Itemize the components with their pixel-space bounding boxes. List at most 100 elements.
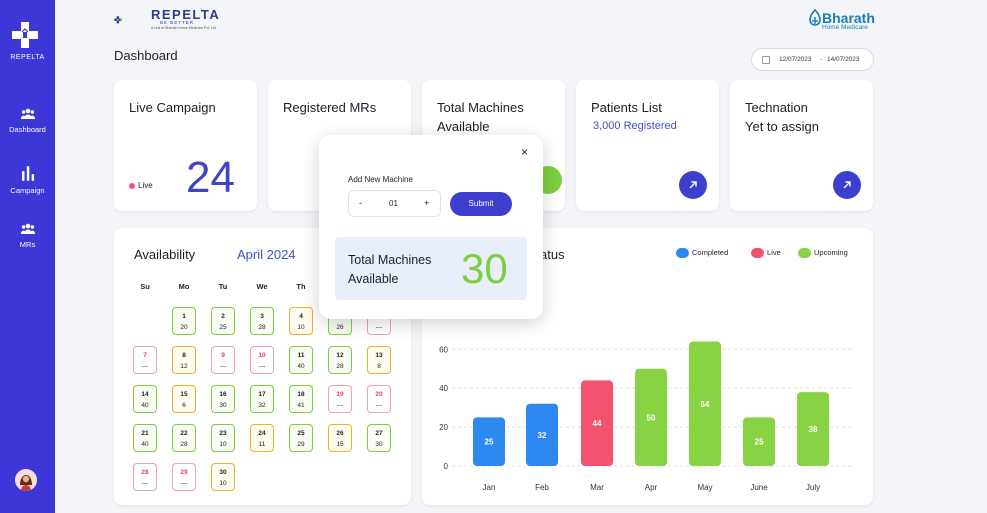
calendar-day[interactable]: 21 40 (133, 424, 157, 452)
x-tick-label: Feb (535, 483, 549, 492)
calendar-day[interactable]: 18 41 (289, 385, 313, 413)
day-number: 22 (180, 430, 188, 437)
users-icon (20, 108, 35, 119)
day-value: --- (141, 363, 149, 370)
arrow-up-right-icon (689, 181, 697, 189)
quantity-value[interactable]: 01 (389, 199, 398, 208)
card-title: Total Machines Available (437, 98, 524, 136)
card-title: Live Campaign (129, 100, 216, 115)
day-number: 30 (219, 469, 227, 476)
calendar-day[interactable]: 25 29 (289, 424, 313, 452)
y-tick-label: 0 (444, 462, 449, 471)
day-number: 23 (219, 430, 227, 437)
total-machines-summary: Total Machines Available 30 (335, 237, 527, 300)
calendar-day[interactable]: 26 15 (328, 424, 352, 452)
calendar-day[interactable]: 17 32 (250, 385, 274, 413)
open-technation-button[interactable] (833, 171, 861, 199)
day-value: --- (180, 480, 188, 487)
live-campaign-card[interactable]: Live Campaign Live 24 (114, 80, 257, 211)
total-machines-count: 30 (461, 245, 508, 292)
quantity-stepper: - 01 + (348, 190, 441, 217)
day-number: 7 (143, 352, 147, 359)
day-value: 41 (297, 402, 305, 409)
calendar-day[interactable]: 11 40 (289, 346, 313, 374)
calendar-day[interactable]: 15 6 (172, 385, 196, 413)
calendar-day[interactable]: 27 30 (367, 424, 391, 452)
day-number: 10 (258, 352, 266, 359)
calendar-day[interactable]: 13 8 (367, 346, 391, 374)
availability-month[interactable]: April 2024 (237, 247, 296, 262)
calendar-day[interactable]: 8 12 (172, 346, 196, 374)
bar-value-label: 64 (701, 400, 710, 409)
bar-value-label: 32 (538, 431, 547, 440)
calendar-day[interactable]: 23 10 (211, 424, 235, 452)
calendar-day[interactable]: 16 30 (211, 385, 235, 413)
total-machines-label: Total Machines Available (348, 251, 431, 289)
calendar-day[interactable]: 2 25 (211, 307, 235, 335)
card-title-line2: Yet to assign (745, 119, 819, 134)
calendar-day[interactable]: 30 10 (211, 463, 235, 491)
day-number: 11 (297, 352, 305, 359)
day-number: 12 (336, 352, 344, 359)
submit-button[interactable]: Submit (450, 192, 512, 216)
page-title: Dashboard (114, 48, 178, 63)
sidebar-item-mrs[interactable]: MRs (0, 223, 55, 249)
day-number: 29 (180, 469, 188, 476)
sidebar-item-label: Campaign (10, 186, 45, 195)
open-patients-button[interactable] (679, 171, 707, 199)
day-value: --- (336, 402, 344, 409)
calendar-day[interactable]: 4 10 (289, 307, 313, 335)
calendar-day[interactable]: 22 28 (172, 424, 196, 452)
total-machines-label-line1: Total Machines (348, 253, 432, 267)
day-value: 40 (141, 402, 149, 409)
calendar-day[interactable]: 14 40 (133, 385, 157, 413)
increment-button[interactable]: + (424, 198, 429, 208)
calendar-day[interactable]: 19 --- (328, 385, 352, 413)
live-status-label: Live (138, 181, 153, 190)
sidebar-item-dashboard[interactable]: Dashboard (0, 108, 55, 134)
weekday-label: Tu (218, 282, 228, 291)
day-value: --- (375, 324, 383, 331)
day-number: 19 (336, 391, 344, 398)
close-icon[interactable]: × (521, 145, 528, 159)
technation-card[interactable]: Technation Yet to assign (730, 80, 873, 211)
live-campaign-count: 24 (186, 153, 235, 202)
day-value: 25 (219, 324, 227, 331)
x-tick-label: Mar (590, 483, 604, 492)
calendar-day[interactable]: 7 --- (133, 346, 157, 374)
calendar-day[interactable]: 9 --- (211, 346, 235, 374)
calendar-day[interactable]: 1 20 (172, 307, 196, 335)
decrement-button[interactable]: - (359, 198, 362, 208)
sidebar-item-label: Dashboard (9, 125, 46, 134)
day-value: 10 (219, 441, 227, 448)
patients-list-card[interactable]: Patients List 3,000 Registered (576, 80, 719, 211)
date-from: 12/07/2023 (779, 56, 812, 63)
day-value: 32 (258, 402, 266, 409)
day-value: 26 (336, 324, 344, 331)
day-value: 6 (182, 402, 186, 409)
day-value: 40 (297, 363, 305, 370)
calendar-day[interactable]: 10 --- (250, 346, 274, 374)
day-value: 10 (219, 480, 227, 487)
weekday-label: Su (140, 282, 150, 291)
calendar-day[interactable]: 20 --- (367, 385, 391, 413)
sidebar-item-campaign[interactable]: Campaign (0, 165, 55, 195)
date-range-picker[interactable]: 12/07/2023 - 14/07/2023 (751, 48, 874, 71)
day-value: 40 (141, 441, 149, 448)
calendar-day[interactable]: 29 --- (172, 463, 196, 491)
x-tick-label: Jan (483, 483, 496, 492)
day-value: --- (375, 402, 383, 409)
bar-value-label: 25 (485, 438, 494, 447)
day-value: 29 (297, 441, 305, 448)
calendar-day[interactable]: 28 --- (133, 463, 157, 491)
sidebar-item-label: MRs (19, 240, 36, 249)
header-logo-tagline: BE BETTER (160, 20, 195, 25)
bar-chart-icon (21, 166, 34, 181)
calendar-day[interactable]: 24 11 (250, 424, 274, 452)
calendar-day[interactable]: 3 28 (250, 307, 274, 335)
bar-value-label: 38 (809, 425, 818, 434)
group-icon (20, 223, 35, 234)
avatar[interactable] (15, 469, 37, 491)
calendar-day[interactable]: 12 28 (328, 346, 352, 374)
weekday-label: We (256, 282, 268, 291)
